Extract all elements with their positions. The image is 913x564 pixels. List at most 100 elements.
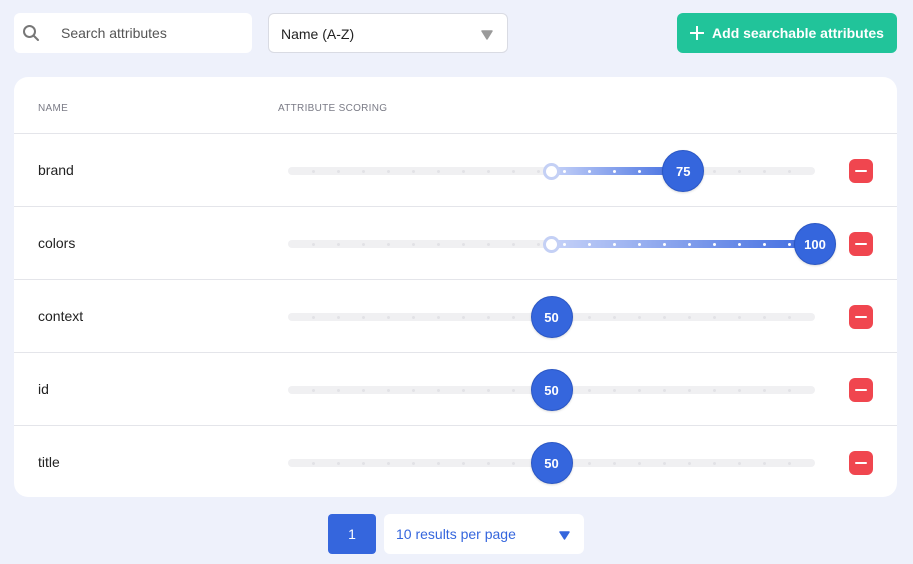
remove-attribute-button[interactable] xyxy=(849,305,873,329)
score-slider-thumb[interactable]: 50 xyxy=(530,442,573,484)
remove-attribute-button[interactable] xyxy=(849,159,873,183)
table-row: id 50 xyxy=(14,353,897,426)
score-slider-track[interactable]: 50 xyxy=(288,369,815,411)
slider-step-dot xyxy=(662,315,666,319)
sort-select[interactable]: Name (A-Z) xyxy=(268,13,508,53)
slider-step-dot xyxy=(386,315,390,319)
search-icon xyxy=(23,25,39,41)
attribute-name: colors xyxy=(38,235,76,251)
slider-step-dot xyxy=(763,315,767,319)
slider-step-dot xyxy=(637,461,641,465)
remove-attribute-button[interactable] xyxy=(849,378,873,402)
slider-step-dot xyxy=(386,169,390,173)
score-slider-track[interactable]: 100 xyxy=(288,223,836,265)
slider-step-dot xyxy=(662,461,666,465)
results-per-page-value: 10 results per page xyxy=(396,526,516,542)
slider-step-dot xyxy=(411,461,415,465)
slider-step-dot xyxy=(738,315,742,319)
slider-step-dot xyxy=(437,461,441,465)
slider-step-dot xyxy=(587,315,591,319)
search-box xyxy=(14,13,252,53)
slider-step-dot xyxy=(788,315,792,319)
slider-step-dot xyxy=(587,388,591,392)
slider-step-dot xyxy=(788,461,792,465)
slider-step-dot xyxy=(713,242,717,246)
chevron-down-icon xyxy=(481,30,493,40)
slider-step-dot xyxy=(788,169,792,173)
slider-step-dot xyxy=(763,388,767,392)
slider-step-dot xyxy=(311,461,315,465)
search-input[interactable] xyxy=(61,23,241,43)
column-header-name: NAME xyxy=(38,103,69,114)
slider-step-dot xyxy=(462,169,466,173)
slider-step-dot xyxy=(386,242,390,246)
slider-step-dot xyxy=(713,315,717,319)
table-row: title 50 xyxy=(14,426,897,497)
slider-step-dot xyxy=(637,242,641,246)
slider-step-dot xyxy=(336,169,340,173)
slider-step-dot xyxy=(763,461,767,465)
slider-step-dot xyxy=(612,315,616,319)
remove-attribute-button[interactable] xyxy=(849,451,873,475)
toolbar: Name (A-Z) Add searchable attributes xyxy=(14,13,897,53)
slider-step-dot xyxy=(713,169,717,173)
slider-step-dot xyxy=(537,242,541,246)
add-searchable-attributes-button[interactable]: Add searchable attributes xyxy=(677,13,897,53)
slider-step-dot xyxy=(336,461,340,465)
attribute-name: id xyxy=(38,381,49,397)
slider-step-dot xyxy=(386,388,390,392)
slider-step-dot xyxy=(336,242,340,246)
slider-step-dot xyxy=(512,242,516,246)
slider-origin-marker xyxy=(543,235,560,253)
slider-step-dot xyxy=(738,461,742,465)
slider-step-dot xyxy=(637,388,641,392)
slider-step-dot xyxy=(662,242,666,246)
slider-step-dot xyxy=(587,242,591,246)
score-slider-track[interactable]: 75 xyxy=(288,150,815,192)
slider-step-dot xyxy=(311,315,315,319)
slider-step-dot xyxy=(738,388,742,392)
slider-step-dot xyxy=(437,242,441,246)
slider-step-dot xyxy=(512,169,516,173)
remove-attribute-button[interactable] xyxy=(849,232,873,256)
slider-step-dot xyxy=(713,388,717,392)
score-slider-track[interactable]: 50 xyxy=(288,442,815,484)
slider-step-dot xyxy=(311,388,315,392)
score-slider-thumb[interactable]: 50 xyxy=(530,296,573,338)
score-slider-track[interactable]: 50 xyxy=(288,296,815,338)
slider-step-dot xyxy=(336,388,340,392)
slider-step-dot xyxy=(612,242,616,246)
slider-step-dot xyxy=(637,315,641,319)
score-slider-fill xyxy=(551,240,815,248)
slider-step-dot xyxy=(462,315,466,319)
results-per-page-select[interactable]: 10 results per page xyxy=(384,514,584,554)
chevron-down-icon xyxy=(559,531,570,540)
slider-step-dot xyxy=(487,242,491,246)
slider-step-dot xyxy=(411,315,415,319)
add-button-label: Add searchable attributes xyxy=(712,25,884,41)
attribute-name: title xyxy=(38,454,60,470)
slider-step-dot xyxy=(537,169,541,173)
slider-step-dot xyxy=(361,169,365,173)
slider-step-dot xyxy=(437,169,441,173)
score-slider-thumb[interactable]: 50 xyxy=(530,369,573,411)
slider-step-dot xyxy=(437,315,441,319)
slider-step-dot xyxy=(512,388,516,392)
slider-step-dot xyxy=(336,315,340,319)
slider-step-dot xyxy=(361,315,365,319)
slider-step-dot xyxy=(437,388,441,392)
slider-step-dot xyxy=(487,461,491,465)
attribute-name: context xyxy=(38,308,84,324)
score-slider-thumb[interactable]: 75 xyxy=(662,150,705,192)
slider-step-dot xyxy=(361,242,365,246)
score-slider-thumb[interactable]: 100 xyxy=(794,223,836,265)
slider-step-dot xyxy=(738,242,742,246)
slider-step-dot xyxy=(462,461,466,465)
plus-icon xyxy=(690,26,705,40)
slider-step-dot xyxy=(763,242,767,246)
column-header-scoring: ATTRIBUTE SCORING xyxy=(278,103,388,114)
page-button-1[interactable]: 1 xyxy=(328,514,376,554)
slider-step-dot xyxy=(361,388,365,392)
slider-step-dot xyxy=(738,169,742,173)
slider-step-dot xyxy=(462,388,466,392)
